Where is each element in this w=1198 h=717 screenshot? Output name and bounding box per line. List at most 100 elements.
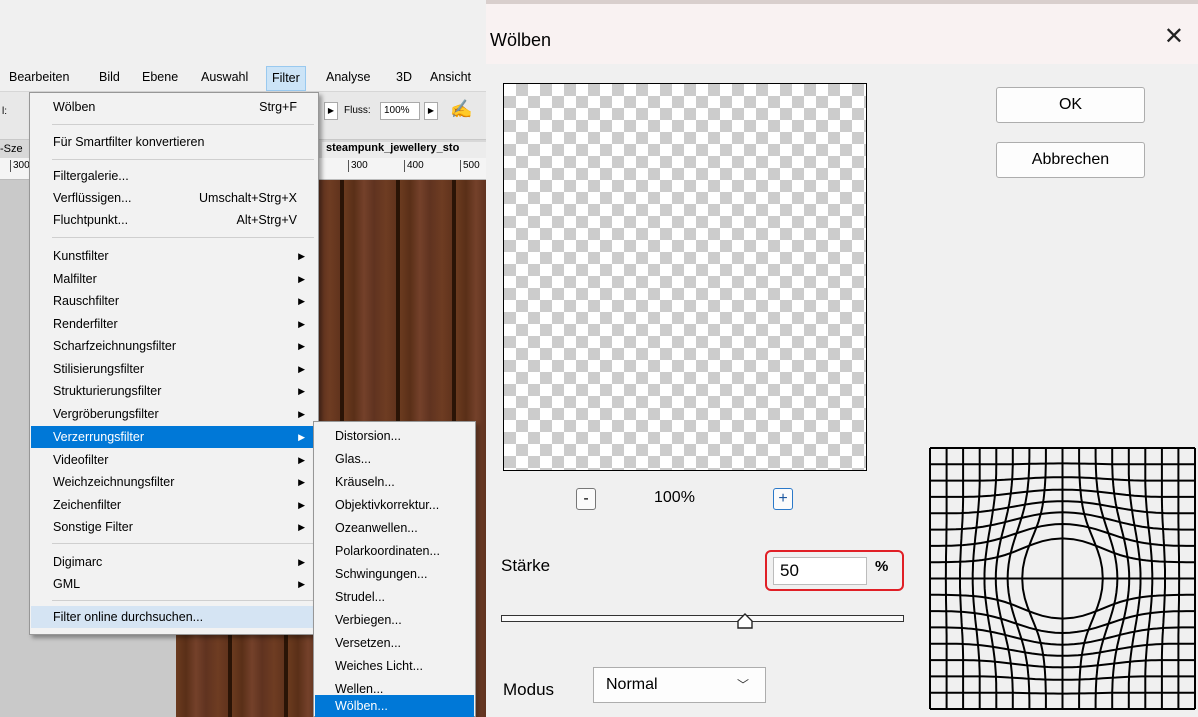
fluss-arrow-icon[interactable]: ▶ [424, 102, 438, 120]
staerke-input[interactable]: 50 [773, 557, 867, 585]
filter-item-digimarc[interactable]: Digimarc ▶ [31, 551, 317, 573]
menu-item-label: GML [53, 577, 81, 591]
menu-separator [52, 159, 314, 160]
filter-item-zeichenfilter[interactable]: Zeichenfilter ▶ [31, 494, 317, 516]
filter-item-strukturierungsfilter[interactable]: Strukturierungsfilter ▶ [31, 380, 317, 402]
ruler-tick: 500 [460, 160, 480, 172]
submenu-item-objektivkorrektur[interactable]: Objektivkorrektur... [315, 494, 474, 517]
spherize-grid-preview [929, 447, 1196, 710]
filter-item-scharfzeichnungsfilter[interactable]: Scharfzeichnungsfilter ▶ [31, 335, 317, 357]
filter-item-malfilter[interactable]: Malfilter ▶ [31, 268, 317, 290]
submenu-item-polarkoordinaten[interactable]: Polarkoordinaten... [315, 540, 474, 563]
menu-3d[interactable]: 3D [396, 70, 412, 84]
airbrush-icon[interactable]: ✍ [450, 99, 472, 120]
menu-item-label: Weichzeichnungsfilter [53, 475, 175, 489]
submenu-item-strudel[interactable]: Strudel... [315, 586, 474, 609]
zoom-level: 100% [654, 489, 695, 506]
grid-line-vertical [1177, 448, 1181, 709]
filter-item-rauschfilter[interactable]: Rauschfilter ▶ [31, 290, 317, 312]
filter-item-verfluessigen[interactable]: Verflüssigen... Umschalt+Strg+X [31, 187, 317, 209]
fluss-input[interactable]: 100% [380, 102, 420, 120]
submenu-arrow-icon: ▶ [298, 409, 305, 419]
submenu-item-versetzen[interactable]: Versetzen... [315, 632, 474, 655]
submenu-item-schwingungen[interactable]: Schwingungen... [315, 563, 474, 586]
filter-item-kunstfilter[interactable]: Kunstfilter ▶ [31, 245, 317, 267]
shortcut-label: Alt+Strg+V [236, 213, 297, 227]
submenu-arrow-icon: ▶ [298, 455, 305, 465]
menu-item-label: Digimarc [53, 555, 103, 569]
submenu-arrow-icon: ▶ [298, 341, 305, 351]
ok-button[interactable]: OK [996, 87, 1145, 123]
filter-item-weichzeichnungsfilter[interactable]: Weichzeichnungsfilter ▶ [31, 471, 317, 493]
woelben-dialog: Wölben ✕ - 100% + OK Abbrechen Stärke 50… [486, 0, 1198, 717]
slider-thumb[interactable] [736, 612, 754, 630]
menu-item-label: Kunstfilter [53, 249, 109, 263]
zoom-in-button[interactable]: + [773, 488, 793, 510]
staerke-slider[interactable] [501, 615, 904, 622]
menu-separator [52, 237, 314, 238]
filter-item-gml[interactable]: GML ▶ [31, 573, 317, 595]
submenu-item-woelben[interactable]: Wölben... [315, 695, 474, 717]
menu-analyse[interactable]: Analyse [326, 70, 370, 84]
menu-bearbeiten[interactable]: Bearbeiten [9, 70, 69, 84]
shortcut-label: Umschalt+Strg+X [199, 191, 297, 205]
close-icon[interactable]: ✕ [1164, 22, 1184, 51]
submenu-arrow-icon: ▶ [298, 500, 305, 510]
document-tab[interactable]: steampunk_jewellery_sto [322, 142, 486, 158]
submenu-item-distorsion[interactable]: Distorsion... [315, 425, 474, 448]
menu-bar: Bearbeiten Bild Ebene Auswahl Filter Ana… [0, 66, 486, 92]
submenu-arrow-icon: ▶ [298, 274, 305, 284]
menu-ansicht[interactable]: Ansicht [430, 70, 471, 84]
menu-filter[interactable]: Filter [266, 66, 306, 91]
filter-item-sonstige-filter[interactable]: Sonstige Filter ▶ [31, 516, 317, 538]
menu-bild[interactable]: Bild [99, 70, 120, 84]
menu-ebene[interactable]: Ebene [142, 70, 178, 84]
submenu-arrow-icon: ▶ [298, 251, 305, 261]
grid-line-horizontal [930, 691, 1195, 695]
filter-item-fluchtpunkt[interactable]: Fluchtpunkt... Alt+Strg+V [31, 209, 317, 231]
shortcut-label: Strg+F [259, 100, 297, 114]
filter-item-stilisierungsfilter[interactable]: Stilisierungsfilter ▶ [31, 358, 317, 380]
filter-item-vergroeberungsfilter[interactable]: Vergröberungsfilter ▶ [31, 403, 317, 425]
menu-auswahl[interactable]: Auswahl [201, 70, 248, 84]
grid-lines [929, 447, 1196, 710]
submenu-arrow-icon: ▶ [298, 522, 305, 532]
submenu-item-glas[interactable]: Glas... [315, 448, 474, 471]
submenu-item-verbiegen[interactable]: Verbiegen... [315, 609, 474, 632]
filter-item-woelben[interactable]: Wölben Strg+F [31, 96, 317, 118]
submenu-arrow-icon: ▶ [298, 579, 305, 589]
submenu-item-kraeuseln[interactable]: Kräuseln... [315, 471, 474, 494]
modus-select[interactable]: Normal ﹀ [593, 667, 766, 703]
filter-item-filtergalerie[interactable]: Filtergalerie... [31, 165, 317, 187]
submenu-item-weiches-licht[interactable]: Weiches Licht... [315, 655, 474, 678]
menu-separator [52, 543, 314, 544]
submenu-item-ozeanwellen[interactable]: Ozeanwellen... [315, 517, 474, 540]
zoom-out-button[interactable]: - [576, 488, 596, 510]
menu-item-label: Filtergalerie... [53, 169, 129, 183]
filter-item-verzerrungsfilter[interactable]: Verzerrungsfilter ▶ [31, 426, 317, 448]
menu-item-label: Strukturierungsfilter [53, 384, 162, 398]
ruler-tick: 300 [348, 160, 368, 172]
left-panel-tab[interactable]: -Sze [0, 143, 23, 155]
modus-value: Normal [606, 676, 658, 693]
menu-item-label: Rauschfilter [53, 294, 119, 308]
submenu-arrow-icon: ▶ [298, 477, 305, 487]
filter-item-renderfilter[interactable]: Renderfilter ▶ [31, 313, 317, 335]
filter-item-online-durchsuchen[interactable]: Filter online durchsuchen... [31, 606, 317, 628]
menu-item-label: Für Smartfilter konvertieren [53, 135, 205, 149]
submenu-arrow-icon: ▶ [298, 386, 305, 396]
cancel-button[interactable]: Abbrechen [996, 142, 1145, 178]
staerke-label: Stärke [501, 556, 551, 575]
dialog-title-bar: Wölben ✕ [486, 4, 1198, 64]
ruler-tick: 400 [404, 160, 424, 172]
transparent-preview [503, 83, 867, 471]
filter-menu: Wölben Strg+F Für Smartfilter konvertier… [29, 92, 319, 635]
filter-item-videofilter[interactable]: Videofilter ▶ [31, 449, 317, 471]
dropdown-arrow-icon[interactable]: ▶ [324, 102, 338, 120]
ruler-tick: 300 [10, 160, 30, 172]
menu-item-label: Malfilter [53, 272, 97, 286]
menu-item-label: Scharfzeichnungsfilter [53, 339, 176, 353]
staerke-unit: % [875, 558, 889, 575]
filter-item-smartfilter[interactable]: Für Smartfilter konvertieren [31, 131, 317, 153]
menu-item-label: Zeichenfilter [53, 498, 122, 512]
